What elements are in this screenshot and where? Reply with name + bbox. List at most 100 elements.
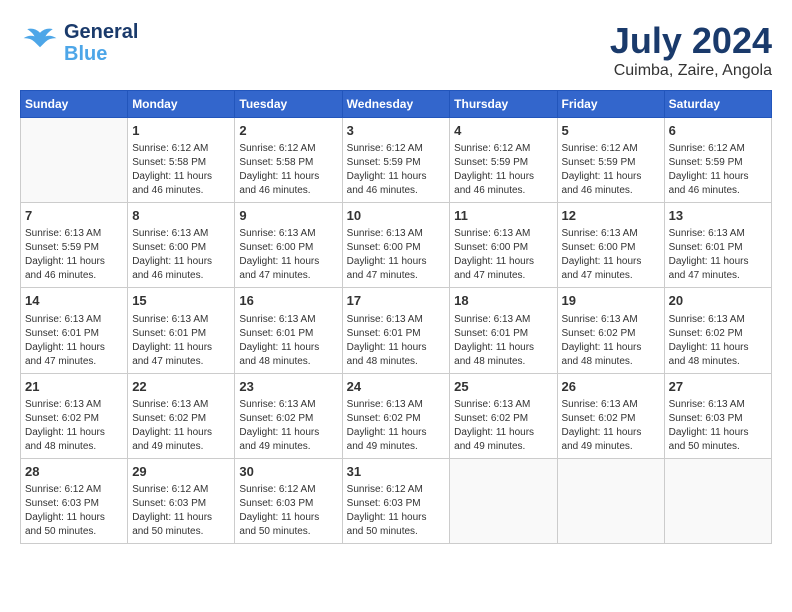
day-info: Sunrise: 6:13 AMSunset: 6:01 PMDaylight:… <box>347 313 446 369</box>
calendar-week-row: 7 Sunrise: 6:13 AMSunset: 5:59 PMDaylight… <box>21 203 772 288</box>
day-number: 10 <box>347 207 446 225</box>
day-info: Sunrise: 6:13 AMSunset: 6:01 PMDaylight:… <box>132 313 230 369</box>
day-info: Sunrise: 6:12 AMSunset: 5:59 PMDaylight:… <box>669 142 767 198</box>
day-info: Sunrise: 6:13 AMSunset: 6:02 PMDaylight:… <box>562 313 660 369</box>
calendar-day-cell: 24Sunrise: 6:13 AMSunset: 6:02 PMDayligh… <box>342 373 450 458</box>
day-number: 14 <box>25 292 123 310</box>
calendar-day-header: Friday <box>557 91 664 118</box>
calendar-day-cell: 20 Sunrise: 6:13 AMSunset: 6:02 PMDayligh… <box>664 288 771 373</box>
logo-text: General Blue <box>64 21 138 65</box>
day-number: 21 <box>25 378 123 396</box>
day-info: Sunrise: 6:13 AMSunset: 6:03 PMDaylight:… <box>669 398 767 454</box>
day-info: Sunrise: 6:13 AMSunset: 6:02 PMDaylight:… <box>25 398 123 454</box>
calendar-day-cell: 3 Sunrise: 6:12 AMSunset: 5:59 PMDaylight… <box>342 118 450 203</box>
calendar-day-header: Saturday <box>664 91 771 118</box>
calendar-day-cell: 25 Sunrise: 6:13 AMSunset: 6:02 PMDayligh… <box>450 373 557 458</box>
calendar-week-row: 14 Sunrise: 6:13 AMSunset: 6:01 PMDayligh… <box>21 288 772 373</box>
day-info: Sunrise: 6:12 AMSunset: 5:58 PMDaylight:… <box>132 142 230 198</box>
day-number: 31 <box>347 463 446 481</box>
logo-icon <box>20 20 60 65</box>
day-info: Sunrise: 6:12 AMSunset: 5:58 PMDaylight:… <box>239 142 337 198</box>
calendar-day-cell: 22Sunrise: 6:13 AMSunset: 6:02 PMDayligh… <box>128 373 235 458</box>
month-title: July 2024 <box>610 20 772 62</box>
day-number: 20 <box>669 292 767 310</box>
day-number: 23 <box>239 378 337 396</box>
day-info: Sunrise: 6:13 AMSunset: 6:01 PMDaylight:… <box>25 313 123 369</box>
day-number: 2 <box>239 122 337 140</box>
day-number: 9 <box>239 207 337 225</box>
calendar-day-cell: 12Sunrise: 6:13 AMSunset: 6:00 PMDayligh… <box>557 203 664 288</box>
calendar-day-header: Thursday <box>450 91 557 118</box>
calendar-day-header: Tuesday <box>235 91 342 118</box>
day-number: 15 <box>132 292 230 310</box>
calendar-day-cell: 2 Sunrise: 6:12 AMSunset: 5:58 PMDaylight… <box>235 118 342 203</box>
calendar-header-row: SundayMondayTuesdayWednesdayThursdayFrid… <box>21 91 772 118</box>
day-number: 30 <box>239 463 337 481</box>
calendar-day-cell: 6 Sunrise: 6:12 AMSunset: 5:59 PMDaylight… <box>664 118 771 203</box>
day-number: 28 <box>25 463 123 481</box>
day-number: 5 <box>562 122 660 140</box>
calendar-day-cell: 23 Sunrise: 6:13 AMSunset: 6:02 PMDayligh… <box>235 373 342 458</box>
day-number: 8 <box>132 207 230 225</box>
calendar-day-cell <box>450 458 557 543</box>
calendar-week-row: 21 Sunrise: 6:13 AMSunset: 6:02 PMDayligh… <box>21 373 772 458</box>
day-info: Sunrise: 6:13 AMSunset: 6:01 PMDaylight:… <box>669 227 767 283</box>
calendar-day-cell: 5 Sunrise: 6:12 AMSunset: 5:59 PMDaylight… <box>557 118 664 203</box>
calendar-day-cell: 30 Sunrise: 6:12 AMSunset: 6:03 PMDayligh… <box>235 458 342 543</box>
day-number: 4 <box>454 122 552 140</box>
day-number: 26 <box>562 378 660 396</box>
logo-general: General <box>64 21 138 43</box>
day-info: Sunrise: 6:13 AMSunset: 5:59 PMDaylight:… <box>25 227 123 283</box>
day-info: Sunrise: 6:13 AMSunset: 6:00 PMDaylight:… <box>347 227 446 283</box>
day-number: 7 <box>25 207 123 225</box>
calendar-day-cell: 26 Sunrise: 6:13 AMSunset: 6:02 PMDayligh… <box>557 373 664 458</box>
day-info: Sunrise: 6:13 AMSunset: 6:02 PMDaylight:… <box>454 398 552 454</box>
day-info: Sunrise: 6:12 AMSunset: 5:59 PMDaylight:… <box>347 142 446 198</box>
day-info: Sunrise: 6:12 AMSunset: 6:03 PMDaylight:… <box>347 483 446 539</box>
day-info: Sunrise: 6:13 AMSunset: 6:02 PMDaylight:… <box>239 398 337 454</box>
calendar-day-header: Sunday <box>21 91 128 118</box>
calendar-day-cell <box>21 118 128 203</box>
calendar-day-header: Wednesday <box>342 91 450 118</box>
title-block: July 2024 Cuimba, Zaire, Angola <box>610 20 772 80</box>
calendar-week-row: 1 Sunrise: 6:12 AMSunset: 5:58 PMDaylight… <box>21 118 772 203</box>
day-info: Sunrise: 6:12 AMSunset: 5:59 PMDaylight:… <box>562 142 660 198</box>
calendar-day-cell: 17 Sunrise: 6:13 AMSunset: 6:01 PMDayligh… <box>342 288 450 373</box>
day-number: 19 <box>562 292 660 310</box>
day-number: 1 <box>132 122 230 140</box>
logo-blue: Blue <box>64 43 107 65</box>
calendar-day-cell: 14 Sunrise: 6:13 AMSunset: 6:01 PMDayligh… <box>21 288 128 373</box>
calendar-day-cell: 4 Sunrise: 6:12 AMSunset: 5:59 PMDaylight… <box>450 118 557 203</box>
calendar-day-cell <box>664 458 771 543</box>
calendar-day-cell: 9 Sunrise: 6:13 AMSunset: 6:00 PMDaylight… <box>235 203 342 288</box>
day-info: Sunrise: 6:12 AMSunset: 5:59 PMDaylight:… <box>454 142 552 198</box>
location-title: Cuimba, Zaire, Angola <box>610 62 772 80</box>
calendar-day-header: Monday <box>128 91 235 118</box>
calendar-day-cell <box>557 458 664 543</box>
calendar-day-cell: 1 Sunrise: 6:12 AMSunset: 5:58 PMDaylight… <box>128 118 235 203</box>
day-number: 25 <box>454 378 552 396</box>
day-number: 3 <box>347 122 446 140</box>
page-header: General Blue July 2024 Cuimba, Zaire, An… <box>20 20 772 80</box>
calendar-day-cell: 7 Sunrise: 6:13 AMSunset: 5:59 PMDaylight… <box>21 203 128 288</box>
day-info: Sunrise: 6:12 AMSunset: 6:03 PMDaylight:… <box>239 483 337 539</box>
day-info: Sunrise: 6:13 AMSunset: 6:02 PMDaylight:… <box>562 398 660 454</box>
day-info: Sunrise: 6:13 AMSunset: 6:02 PMDaylight:… <box>669 313 767 369</box>
day-info: Sunrise: 6:13 AMSunset: 6:00 PMDaylight:… <box>239 227 337 283</box>
day-number: 11 <box>454 207 552 225</box>
calendar-day-cell: 10 Sunrise: 6:13 AMSunset: 6:00 PMDayligh… <box>342 203 450 288</box>
calendar-day-cell: 28 Sunrise: 6:12 AMSunset: 6:03 PMDayligh… <box>21 458 128 543</box>
day-number: 22 <box>132 378 230 396</box>
calendar-day-cell: 27 Sunrise: 6:13 AMSunset: 6:03 PMDayligh… <box>664 373 771 458</box>
day-number: 18 <box>454 292 552 310</box>
day-info: Sunrise: 6:13 AMSunset: 6:02 PMDaylight:… <box>347 398 446 454</box>
calendar-day-cell: 15 Sunrise: 6:13 AMSunset: 6:01 PMDayligh… <box>128 288 235 373</box>
day-info: Sunrise: 6:13 AMSunset: 6:00 PMDaylight:… <box>132 227 230 283</box>
day-number: 17 <box>347 292 446 310</box>
day-number: 6 <box>669 122 767 140</box>
calendar-day-cell: 16Sunrise: 6:13 AMSunset: 6:01 PMDayligh… <box>235 288 342 373</box>
day-number: 27 <box>669 378 767 396</box>
calendar-day-cell: 18Sunrise: 6:13 AMSunset: 6:01 PMDayligh… <box>450 288 557 373</box>
day-info: Sunrise: 6:13 AMSunset: 6:00 PMDaylight:… <box>562 227 660 283</box>
day-info: Sunrise: 6:12 AMSunset: 6:03 PMDaylight:… <box>25 483 123 539</box>
